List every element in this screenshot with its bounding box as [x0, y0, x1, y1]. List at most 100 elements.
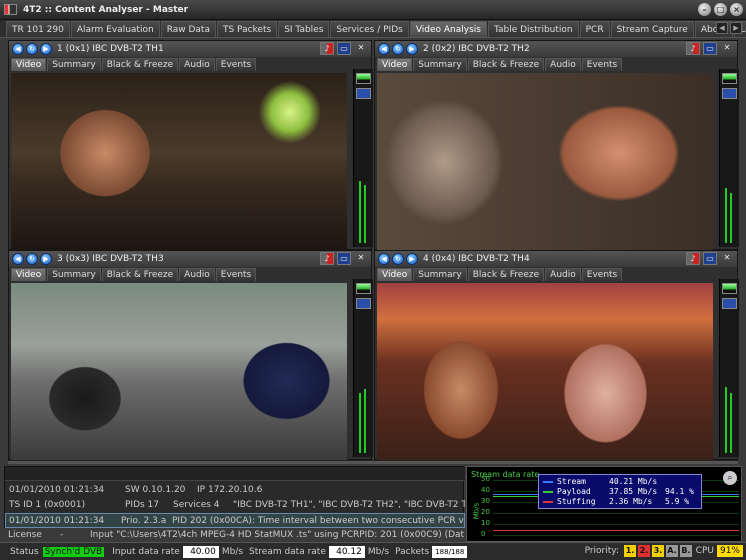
- audio-channel-toggle-icon[interactable]: [356, 73, 371, 84]
- subtab-black-freeze[interactable]: Black & Freeze: [101, 268, 179, 281]
- subtab-summary[interactable]: Summary: [413, 268, 467, 281]
- event-log: 01/01/2010 01:21:34 SW 0.10.1.20 IP 172.…: [4, 466, 465, 528]
- tab-scroll-right-icon[interactable]: ▶: [730, 22, 742, 34]
- mute-icon[interactable]: ♪: [686, 252, 700, 265]
- panel-header: ◀ ↻ ▶ 2 (0x2) IBC DVB-T2 TH2 ♪ ▭ ✕: [375, 41, 737, 57]
- next-service-icon[interactable]: ▶: [406, 253, 418, 265]
- audio-monitor-icon[interactable]: [356, 298, 371, 309]
- tab-ts-packets[interactable]: TS Packets: [216, 21, 278, 37]
- monitor-icon[interactable]: ▭: [337, 252, 351, 265]
- close-icon[interactable]: ×: [730, 3, 743, 16]
- priority-3-indicator[interactable]: 3.: [652, 545, 664, 557]
- audio-level-left: [359, 393, 361, 453]
- tab-tr-101-290[interactable]: TR 101 290: [6, 21, 70, 37]
- audio-channel-toggle-icon[interactable]: [356, 283, 371, 294]
- log-row-sw: SW 0.10.1.20: [125, 485, 186, 495]
- log-filter-row[interactable]: [5, 467, 465, 481]
- tab-scroll-left-icon[interactable]: ◀: [716, 22, 728, 34]
- monitor-icon[interactable]: ▭: [703, 252, 717, 265]
- subtab-events[interactable]: Events: [215, 268, 257, 281]
- splitter-handle[interactable]: [8, 460, 738, 464]
- minimize-icon[interactable]: –: [698, 3, 711, 16]
- audio-monitor-icon[interactable]: [722, 88, 737, 99]
- subtab-audio[interactable]: Audio: [179, 268, 215, 281]
- panel-header: ◀ ↻ ▶ 4 (0x4) IBC DVB-T2 TH4 ♪ ▭ ✕: [375, 251, 737, 267]
- settings-icon[interactable]: ✕: [354, 42, 368, 55]
- priority-4-indicator[interactable]: A.: [666, 545, 678, 557]
- subtab-black-freeze[interactable]: Black & Freeze: [467, 268, 545, 281]
- subtab-summary[interactable]: Summary: [47, 58, 101, 71]
- monitor-icon[interactable]: ▭: [703, 42, 717, 55]
- subtab-audio[interactable]: Audio: [545, 58, 581, 71]
- tab-raw-data[interactable]: Raw Data: [160, 21, 216, 37]
- subtab-summary[interactable]: Summary: [47, 268, 101, 281]
- mute-icon[interactable]: ♪: [320, 42, 334, 55]
- tab-stream-capture[interactable]: Stream Capture: [610, 21, 694, 37]
- audio-channel-toggle-icon[interactable]: [722, 283, 737, 294]
- log-row-services: Services 4: [173, 500, 220, 510]
- graph-y-tick: 0: [481, 530, 486, 538]
- refresh-icon[interactable]: ↻: [392, 253, 404, 265]
- subtab-audio[interactable]: Audio: [179, 58, 215, 71]
- tab-si-tables[interactable]: SI Tables: [278, 21, 330, 37]
- zoom-icon[interactable]: ⌕: [723, 471, 737, 485]
- subtab-video[interactable]: Video: [377, 58, 413, 71]
- log-row[interactable]: TS ID 1 (0x0001) PIDs 17 Services 4 "IBC…: [5, 498, 465, 513]
- next-service-icon[interactable]: ▶: [40, 253, 52, 265]
- packets-value: 188/188: [432, 545, 468, 558]
- audio-channel-toggle-icon[interactable]: [722, 73, 737, 84]
- previous-service-icon[interactable]: ◀: [12, 43, 24, 55]
- tab-video-analysis[interactable]: Video Analysis: [409, 21, 487, 37]
- subtab-summary[interactable]: Summary: [413, 58, 467, 71]
- next-service-icon[interactable]: ▶: [40, 43, 52, 55]
- subtab-black-freeze[interactable]: Black & Freeze: [467, 58, 545, 71]
- maximize-icon[interactable]: □: [714, 3, 727, 16]
- log-row-time: 01/01/2010 01:21:34: [9, 485, 105, 495]
- tab-services-pids[interactable]: Services / PIDs: [330, 21, 409, 37]
- log-row-service-names: "IBC DVB-T2 TH1", "IBC DVB-T2 TH2", "IBC…: [233, 500, 465, 510]
- audio-monitor-icon[interactable]: [356, 88, 371, 99]
- panel-title: 4 (0x4) IBC DVB-T2 TH4: [423, 254, 530, 264]
- refresh-icon[interactable]: ↻: [26, 253, 38, 265]
- subtab-black-freeze[interactable]: Black & Freeze: [101, 58, 179, 71]
- panel-tools: ♪ ▭ ✕: [320, 42, 368, 55]
- log-row-priority: Prio. 2.3.a: [121, 516, 167, 526]
- previous-service-icon[interactable]: ◀: [378, 253, 390, 265]
- priority-1-indicator[interactable]: 1.: [624, 545, 636, 557]
- cpu-label: CPU: [695, 546, 714, 556]
- next-service-icon[interactable]: ▶: [406, 43, 418, 55]
- mute-icon[interactable]: ♪: [320, 252, 334, 265]
- priority-5-indicator[interactable]: B.: [680, 545, 692, 557]
- panel-subtabs: Video Summary Black & Freeze Audio Events: [377, 268, 623, 282]
- subtab-video[interactable]: Video: [377, 268, 413, 281]
- mute-icon[interactable]: ♪: [686, 42, 700, 55]
- subtab-events[interactable]: Events: [581, 268, 623, 281]
- video-frame: [11, 283, 347, 461]
- log-row-selected[interactable]: 01/01/2010 01:21:34 Prio. 2.3.a PID 202 …: [5, 513, 465, 528]
- subtab-audio[interactable]: Audio: [545, 268, 581, 281]
- previous-service-icon[interactable]: ◀: [12, 253, 24, 265]
- legend-stuffing: Stuffing 2.36 Mb/s 5.9 %: [543, 497, 701, 507]
- graph-y-axis-label: Mb/s: [472, 502, 481, 520]
- stream-data-rate-graph: Stream data rate Mb/s 50 40 30 20 10 0 Stream…: [466, 466, 742, 542]
- audio-monitor-icon[interactable]: [722, 298, 737, 309]
- monitor-icon[interactable]: ▭: [337, 42, 351, 55]
- settings-icon[interactable]: ✕: [354, 252, 368, 265]
- settings-icon[interactable]: ✕: [720, 42, 734, 55]
- subtab-events[interactable]: Events: [215, 58, 257, 71]
- video-panel-1: ◀ ↻ ▶ 1 (0x1) IBC DVB-T2 TH1 ♪ ▭ ✕ Video…: [8, 40, 373, 251]
- subtab-video[interactable]: Video: [11, 58, 47, 71]
- legend-value: 2.36 Mb/s: [609, 497, 653, 506]
- settings-icon[interactable]: ✕: [720, 252, 734, 265]
- log-row[interactable]: 01/01/2010 01:21:34 SW 0.10.1.20 IP 172.…: [5, 483, 465, 498]
- panel-title: 2 (0x2) IBC DVB-T2 TH2: [423, 44, 530, 54]
- subtab-events[interactable]: Events: [581, 58, 623, 71]
- tab-pcr[interactable]: PCR: [579, 21, 610, 37]
- tab-alarm-evaluation[interactable]: Alarm Evaluation: [70, 21, 160, 37]
- previous-service-icon[interactable]: ◀: [378, 43, 390, 55]
- subtab-video[interactable]: Video: [11, 268, 47, 281]
- refresh-icon[interactable]: ↻: [392, 43, 404, 55]
- priority-2-indicator[interactable]: 2.: [638, 545, 650, 557]
- refresh-icon[interactable]: ↻: [26, 43, 38, 55]
- tab-table-distribution[interactable]: Table Distribution: [487, 21, 579, 37]
